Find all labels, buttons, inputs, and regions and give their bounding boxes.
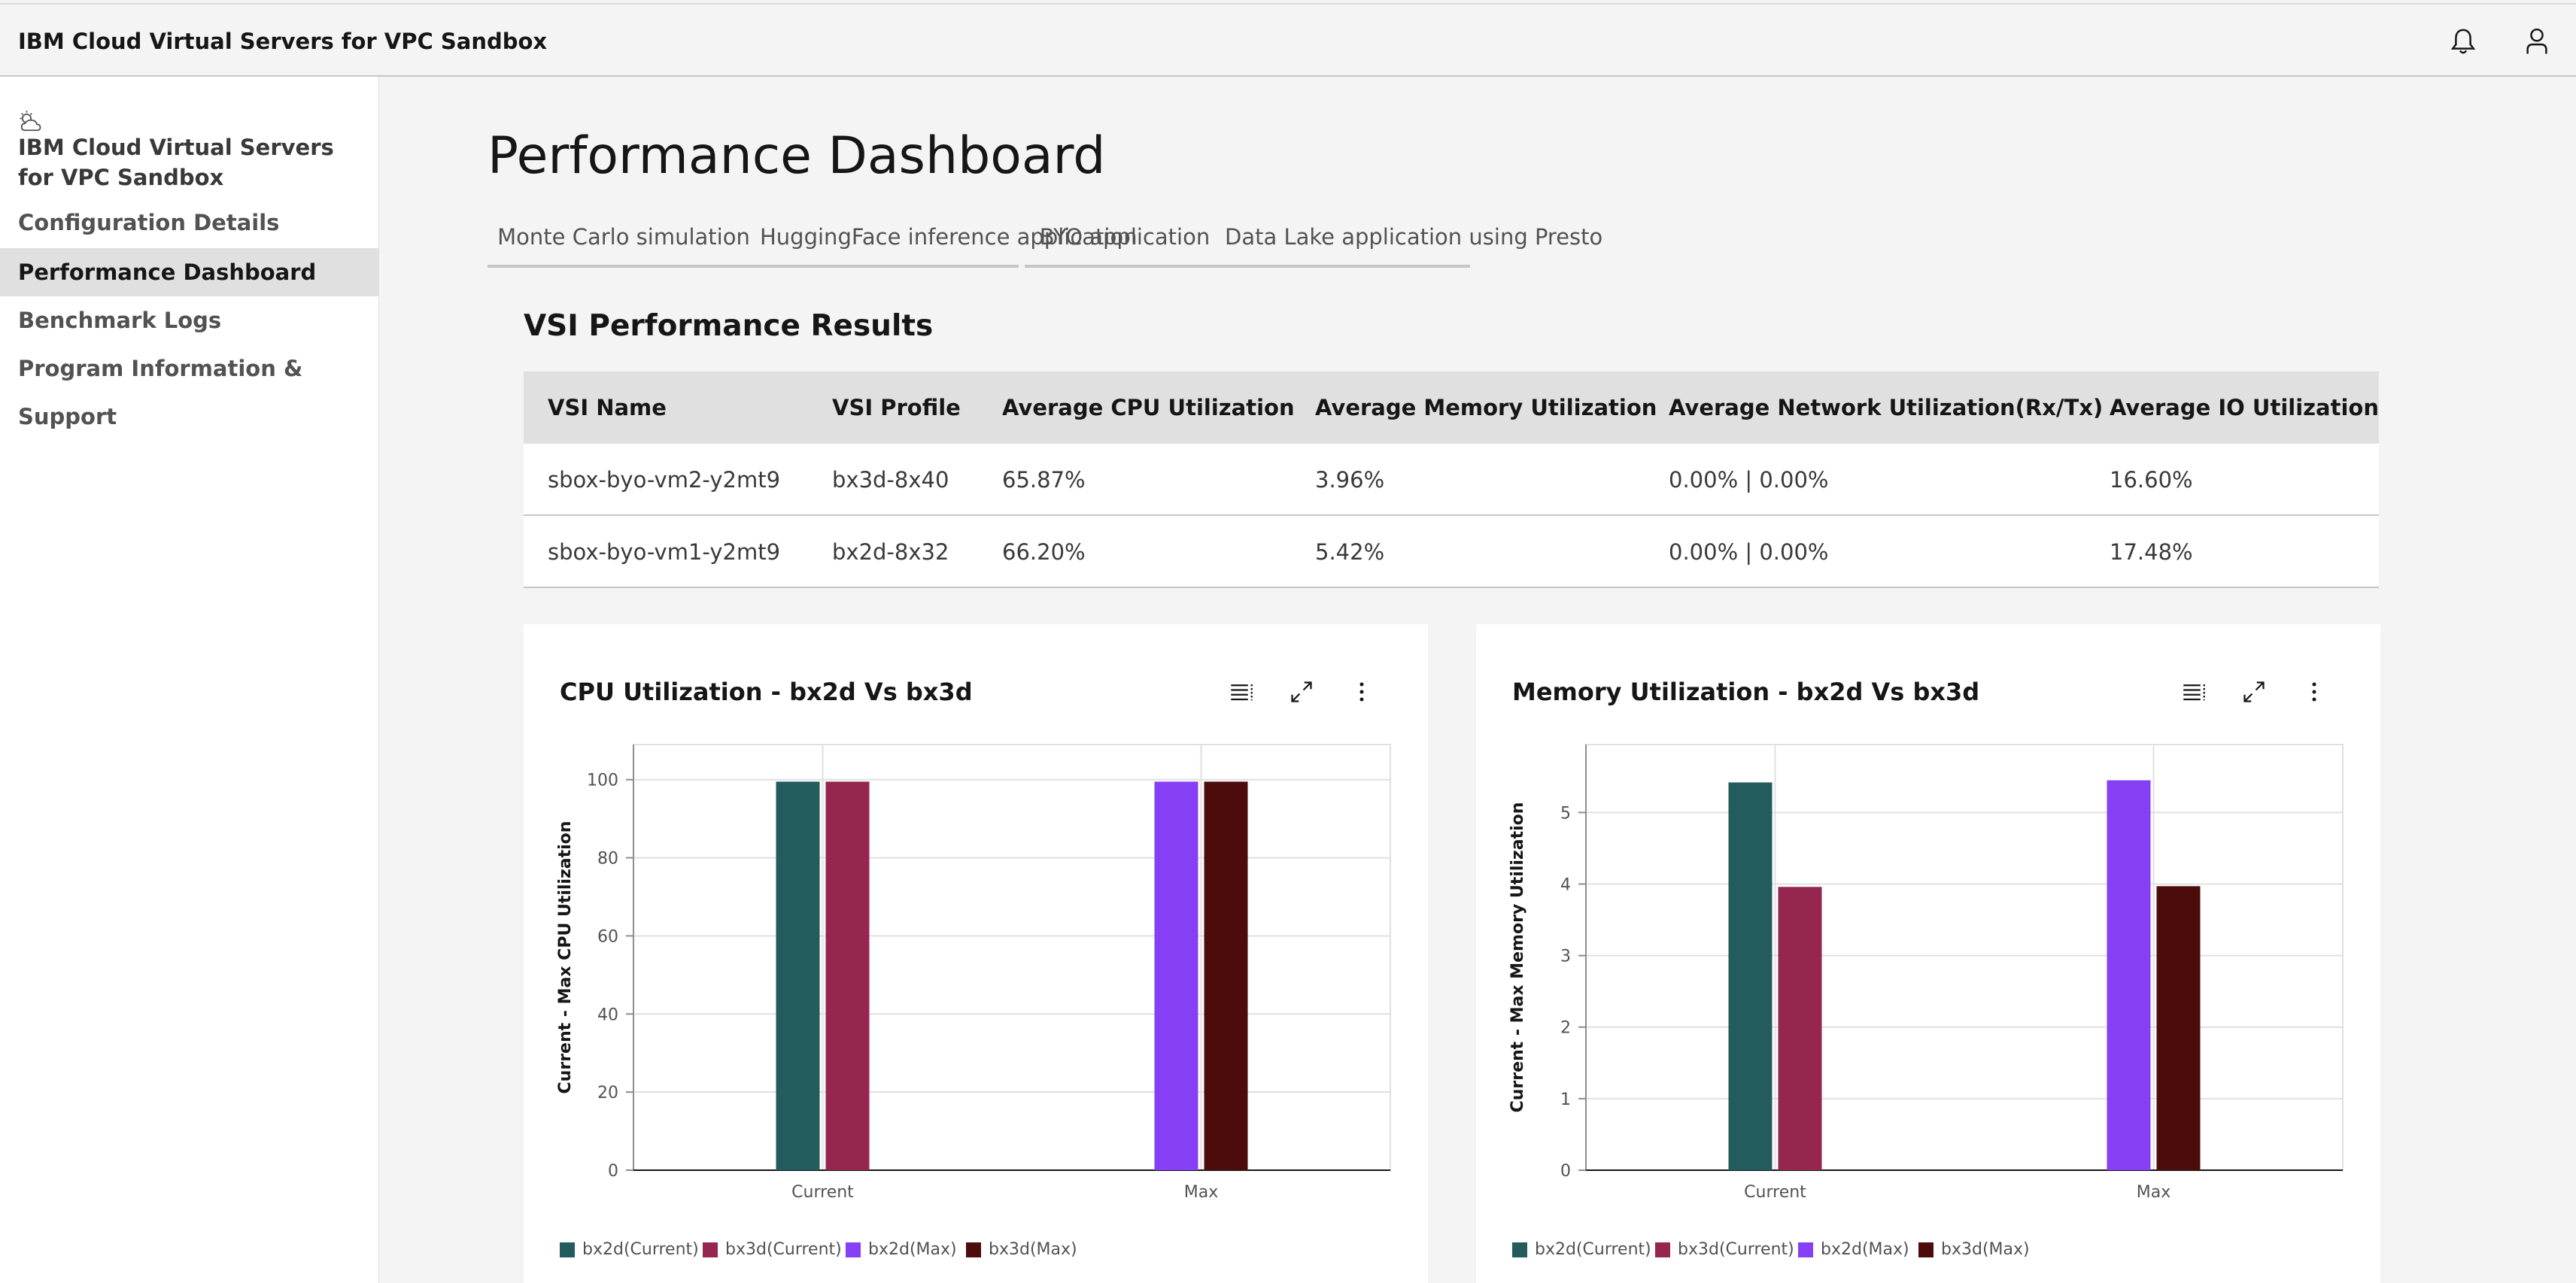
table-row: sbox-byo-vm2-y2mt9 bx3d-8x40 65.87% 3.96… [524, 444, 2379, 516]
y-tick-label: 1 [1560, 1090, 1571, 1109]
x-tick-label: Current [1744, 1183, 1806, 1202]
chart-title: CPU Utilization - bx2d Vs bx3d [560, 678, 973, 706]
tab-byo-application[interactable]: BYO application [1025, 208, 1225, 268]
tab-data-lake[interactable]: Data Lake application using Presto [1225, 208, 1602, 268]
partly-cloudy-icon [17, 108, 44, 135]
page-title: Performance Dashboard [488, 126, 1106, 186]
legend-label: bx2d(Max) [868, 1240, 957, 1259]
sidebar-item-program-information[interactable]: Program Information & Support [0, 344, 379, 429]
y-tick-label: 100 [587, 772, 618, 790]
legend-label: bx2d(Max) [1821, 1240, 1909, 1259]
x-tick-label: Max [2137, 1183, 2170, 1202]
cpu-chart-card: 0 20 40 60 80 100 Current Max Current - Max CPU … [524, 624, 1428, 1283]
bar-bx2d-max- [2107, 780, 2151, 1170]
column-header: Average CPU Utilization [1002, 395, 1295, 420]
y-tick-label: 5 [1560, 804, 1571, 823]
bell-icon[interactable] [2447, 25, 2480, 58]
legend-swatch [703, 1242, 718, 1257]
overflow-menu-icon[interactable] [2299, 677, 2329, 707]
y-tick-label: 3 [1560, 948, 1571, 966]
sidebar-item-benchmark-logs[interactable]: Benchmark Logs [0, 296, 379, 344]
table-cell: 5.42% [1315, 539, 1385, 565]
table-row: sbox-byo-vm1-y2mt9 bx2d-8x32 66.20% 5.42… [524, 516, 2379, 588]
legend-label: bx3d(Max) [1941, 1240, 2030, 1259]
legend-label: bx3d(Current) [725, 1240, 842, 1259]
y-tick-label: 60 [597, 927, 618, 946]
legend-swatch [1655, 1242, 1670, 1257]
legend-label: bx2d(Current) [1535, 1240, 1651, 1259]
legend-swatch [966, 1242, 981, 1257]
legend-swatch [1512, 1242, 1527, 1257]
column-header: Average Memory Utilization [1315, 395, 1657, 420]
table-cell: 0.00% | 0.00% [1669, 539, 1829, 565]
y-tick-label: 2 [1560, 1019, 1571, 1038]
table-cell: bx2d-8x32 [832, 539, 949, 565]
bar-bx2d-current- [776, 781, 820, 1170]
list-icon[interactable] [1226, 677, 1256, 707]
bar-bx3d-current- [1778, 887, 1822, 1170]
y-axis-label: Current - Max CPU Utilization [556, 821, 575, 1094]
top-header: IBM Cloud Virtual Servers for VPC Sandbo… [0, 3, 2576, 77]
app-title: IBM Cloud Virtual Servers for VPC Sandbo… [18, 29, 548, 54]
tab-monte-carlo[interactable]: Monte Carlo simulation [488, 208, 760, 268]
bar-bx2d-current- [1728, 782, 1773, 1170]
legend-label: bx3d(Current) [1678, 1240, 1794, 1259]
table-cell: sbox-byo-vm2-y2mt9 [548, 467, 781, 493]
x-tick-label: Max [1184, 1183, 1218, 1202]
y-tick-label: 20 [597, 1084, 618, 1103]
y-tick-label: 40 [597, 1005, 618, 1024]
x-tick-label: Current [791, 1183, 854, 1202]
column-header: Average IO Utilization [2110, 395, 2379, 420]
plot-area [633, 744, 1391, 1171]
legend-label: bx3d(Max) [989, 1240, 1077, 1259]
bar-bx2d-max- [1154, 781, 1198, 1170]
legend-swatch [1798, 1242, 1813, 1257]
tab-huggingface[interactable]: HuggingFace inference application [760, 208, 1138, 268]
plot-area [1585, 744, 2344, 1171]
table-cell: sbox-byo-vm1-y2mt9 [548, 539, 781, 565]
bar-bx3d-max- [1204, 781, 1248, 1170]
table-cell: 17.48% [2110, 539, 2193, 565]
y-tick-label: 0 [608, 1162, 618, 1181]
maximize-icon[interactable] [1286, 677, 1317, 707]
column-header: VSI Profile [832, 395, 961, 420]
table-header-row: VSI Name VSI Profile Average CPU Utiliza… [524, 372, 2379, 444]
y-tick-label: 80 [597, 850, 618, 869]
y-tick-label: 4 [1560, 875, 1571, 894]
bar-bx3d-max- [2156, 886, 2201, 1170]
table-cell: 65.87% [1002, 467, 1086, 493]
memory-chart-card: 0 1 2 3 4 5 Current Max Current - Max Memory Uti… [1476, 624, 2380, 1283]
memory-chart: 0 1 2 3 4 5 Current Max Current - Max Memory Uti… [1508, 744, 2344, 1202]
column-header: Average Network Utilization(Rx/Tx) [1669, 395, 2104, 420]
list-icon[interactable] [2179, 677, 2209, 707]
legend-label: bx2d(Current) [582, 1240, 699, 1259]
table-cell: 16.60% [2110, 467, 2193, 493]
side-nav: IBM Cloud Virtual Servers for VPC Sandbo… [0, 77, 379, 1283]
overflow-menu-icon[interactable] [1347, 677, 1377, 707]
sidebar-item-performance-dashboard[interactable]: Performance Dashboard [0, 248, 379, 296]
cpu-chart: 0 20 40 60 80 100 Current Max Current - Max CPU … [556, 744, 1391, 1202]
maximize-icon[interactable] [2239, 677, 2269, 707]
table-cell: 0.00% | 0.00% [1669, 467, 1829, 493]
user-icon[interactable] [2520, 25, 2553, 58]
table-cell: 66.20% [1002, 539, 1086, 565]
chart-title: Memory Utilization - bx2d Vs bx3d [1512, 678, 1980, 706]
table-cell: 3.96% [1315, 467, 1385, 493]
y-tick-label: 0 [1560, 1162, 1571, 1181]
section-title: VSI Performance Results [524, 309, 934, 343]
sidebar-heading: IBM Cloud Virtual Servers for VPC Sandbo… [18, 135, 334, 190]
table-cell: bx3d-8x40 [832, 467, 949, 493]
column-header: VSI Name [548, 395, 667, 420]
legend-swatch [560, 1242, 575, 1257]
bar-bx3d-current- [825, 781, 870, 1170]
sidebar-item-configuration-details[interactable]: Configuration Details [0, 199, 379, 247]
legend-swatch [846, 1242, 861, 1257]
legend-swatch [1918, 1242, 1934, 1257]
y-axis-label: Current - Max Memory Utilization [1508, 802, 1527, 1113]
